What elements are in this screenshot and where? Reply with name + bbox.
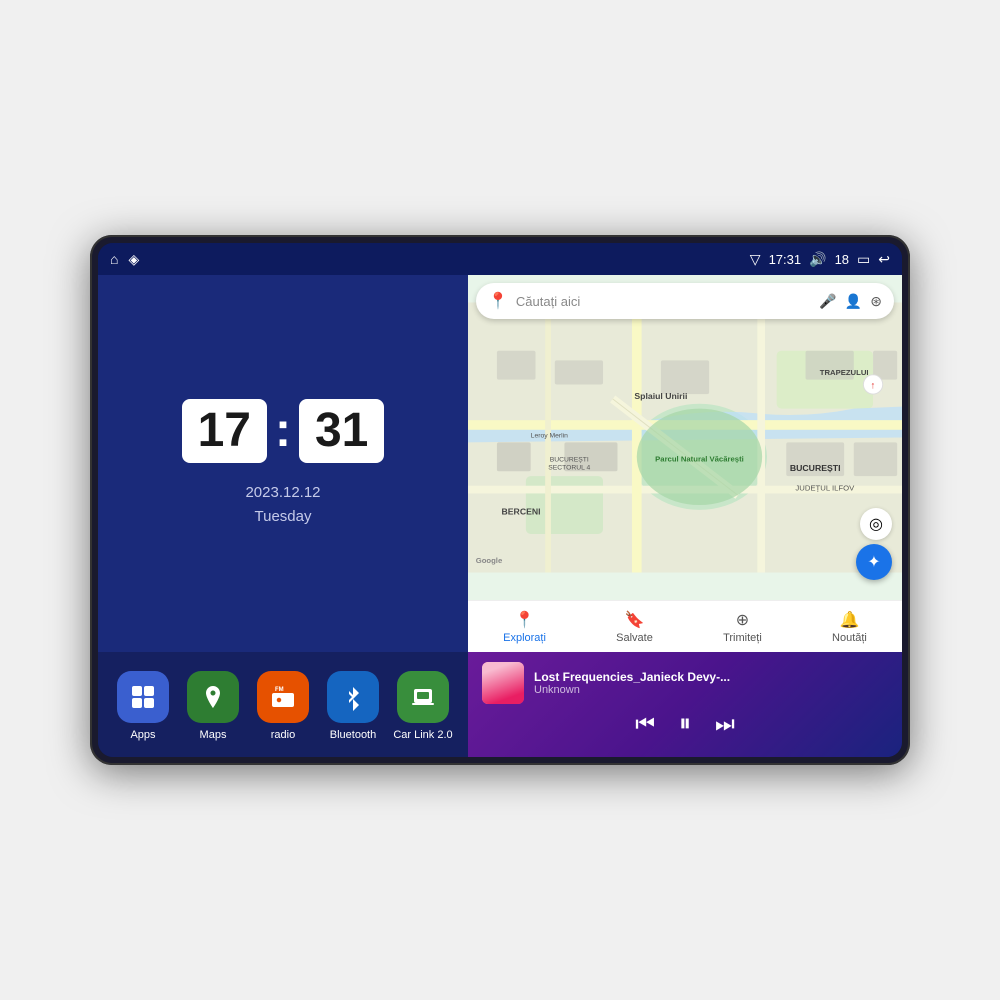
explore-icon: 📍 [515,610,535,630]
device-frame: ⌂ ◈ ▽ 17:31 🔊 18 ▭ ↩ 17 : [90,235,910,765]
left-panel: 17 : 31 2023.12.12 Tuesday [98,275,468,757]
bluetooth-icon [327,671,379,723]
svg-text:BUCUREȘTI: BUCUREȘTI [550,457,589,464]
svg-text:FM: FM [275,687,284,693]
clock-colon: : [275,407,291,455]
clock-display: 17 : 31 [182,399,385,463]
volume-icon: 🔊 [809,251,826,268]
svg-text:JUDEȚUL ILFOV: JUDEȚUL ILFOV [795,484,855,493]
map-nav-saved[interactable]: 🔖 Salvate [616,610,653,644]
svg-text:BERCENI: BERCENI [502,507,541,517]
svg-text:TRAPEZULUI: TRAPEZULUI [820,368,869,377]
battery-icon: ▭ [857,251,870,268]
music-controls: ⏮ ⏸ ⏭ [482,712,888,736]
send-label: Trimiteți [723,632,762,644]
signal-icon: ▽ [750,251,761,268]
app-item-radio[interactable]: FM radio [253,671,313,741]
app-item-carlink[interactable]: Car Link 2.0 [393,671,453,741]
apps-label: Apps [130,729,155,741]
volume-level: 18 [835,252,849,267]
clock-section: 17 : 31 2023.12.12 Tuesday [98,275,468,652]
radio-label: radio [271,729,295,741]
app-item-apps[interactable]: Apps [113,671,173,741]
music-thumb-img [482,662,524,704]
radio-icon: FM [257,671,309,723]
map-nav-send[interactable]: ⊕ Trimiteți [723,610,762,644]
user-icon[interactable]: 👤 [845,293,862,310]
bluetooth-label: Bluetooth [330,729,376,741]
music-artist: Unknown [534,684,888,696]
send-icon: ⊕ [736,610,749,630]
svg-text:Google: Google [476,556,503,565]
carlink-icon [397,671,449,723]
map-section[interactable]: Splaiul Unirii Parcul Natural Văcărești … [468,275,902,600]
svg-text:BUCUREȘTI: BUCUREȘTI [790,463,841,473]
svg-text:Leroy Merlin: Leroy Merlin [531,433,568,440]
status-time: 17:31 [769,252,802,267]
main-content: 17 : 31 2023.12.12 Tuesday [98,275,902,757]
saved-label: Salvate [616,632,653,644]
music-text: Lost Frequencies_Janieck Devy-... Unknow… [534,670,888,696]
music-thumbnail [482,662,524,704]
date-value: 2023.12.12 [245,481,320,505]
app-item-bluetooth[interactable]: Bluetooth [323,671,383,741]
svg-text:Splaiul Unirii: Splaiul Unirii [634,391,687,401]
clock-hours: 17 [182,399,267,463]
location-button[interactable]: ✦ [856,544,892,580]
map-search-placeholder[interactable]: Căutați aici [516,294,811,309]
app-item-maps[interactable]: Maps [183,671,243,741]
play-pause-button[interactable]: ⏸ [679,712,691,736]
status-right-icons: ▽ 17:31 🔊 18 ▭ ↩ [750,251,890,268]
carlink-label: Car Link 2.0 [393,729,452,741]
svg-text:Parcul Natural Văcărești: Parcul Natural Văcărești [655,455,744,464]
compass-button[interactable]: ◎ [860,508,892,540]
maps-search-pin-icon: 📍 [488,291,508,311]
next-button[interactable]: ⏭ [715,713,735,735]
music-info-row: Lost Frequencies_Janieck Devy-... Unknow… [482,662,888,704]
apps-icon [117,671,169,723]
compass-icon: ◎ [869,514,883,534]
clock-minutes: 31 [299,399,384,463]
album-art [482,662,524,704]
map-search-actions: 🎤 👤 ⊛ [819,293,882,310]
music-title: Lost Frequencies_Janieck Devy-... [534,670,888,684]
music-player: Lost Frequencies_Janieck Devy-... Unknow… [468,652,902,757]
home-icon: ⌂ [110,251,118,267]
svg-text:↑: ↑ [871,380,876,391]
saved-icon: 🔖 [625,610,645,630]
status-bar: ⌂ ◈ ▽ 17:31 🔊 18 ▭ ↩ [98,243,902,275]
device-screen: ⌂ ◈ ▽ 17:31 🔊 18 ▭ ↩ 17 : [98,243,902,757]
svg-text:SECTORUL 4: SECTORUL 4 [548,464,590,471]
back-icon[interactable]: ↩ [878,251,890,268]
map-bottom-nav: 📍 Explorați 🔖 Salvate ⊕ Trimiteți 🔔 Nout… [468,600,902,652]
news-icon: 🔔 [839,610,859,630]
prev-button[interactable]: ⏮ [635,713,655,735]
day-value: Tuesday [245,505,320,529]
layers-icon[interactable]: ⊛ [870,293,882,310]
app-dock: Apps Maps [98,652,468,757]
map-nav-news[interactable]: 🔔 Noutăți [832,610,867,644]
location-icon: ◈ [128,251,139,268]
navigate-icon: ✦ [867,552,880,572]
maps-label: Maps [200,729,227,741]
news-label: Noutăți [832,632,867,644]
right-panel: Splaiul Unirii Parcul Natural Văcărești … [468,275,902,757]
map-nav-explore[interactable]: 📍 Explorați [503,610,546,644]
map-search-bar[interactable]: 📍 Căutați aici 🎤 👤 ⊛ [476,283,894,319]
voice-search-icon[interactable]: 🎤 [819,293,836,310]
date-display: 2023.12.12 Tuesday [245,481,320,529]
status-left-icons: ⌂ ◈ [110,251,139,268]
explore-label: Explorați [503,632,546,644]
maps-icon [187,671,239,723]
